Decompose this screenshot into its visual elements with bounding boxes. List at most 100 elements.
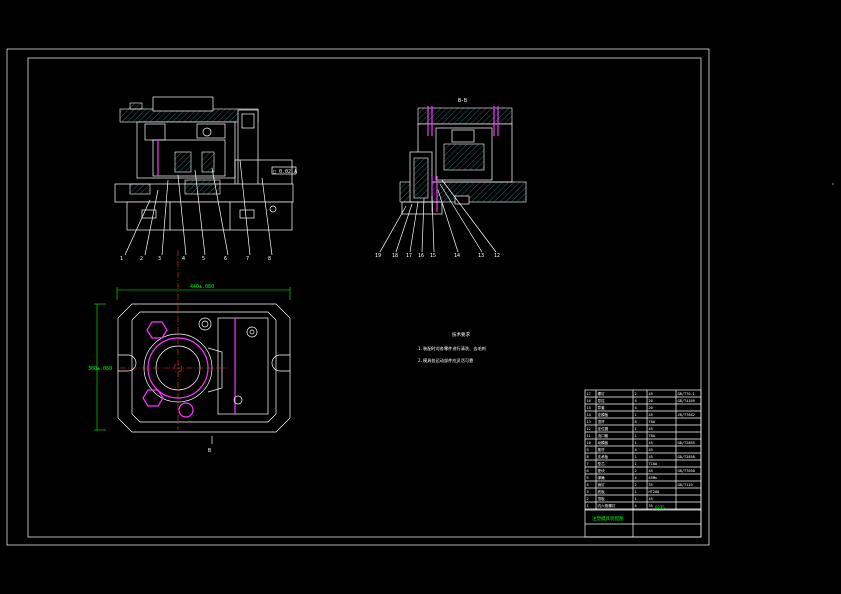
parts-cell: 2 <box>635 469 637 473</box>
parts-cell: 2 <box>587 497 589 501</box>
parts-cell: 35 <box>649 504 653 508</box>
dim-width: 440±.080 <box>190 284 214 290</box>
parts-cell: 10 <box>587 441 591 445</box>
parts-cell: 1 <box>635 441 637 445</box>
parts-cell: T8A <box>649 420 656 424</box>
parts-cell: 8 <box>587 455 589 459</box>
parts-cell: 1 <box>635 427 637 431</box>
parts-cell: 13 <box>587 420 591 424</box>
parts-cell: T10A <box>649 462 658 466</box>
parts-cell: 6 <box>587 469 589 473</box>
parts-cell: 45 <box>649 441 653 445</box>
balloon-front-7: 7 <box>246 256 249 262</box>
parts-cell: 14 <box>587 413 591 417</box>
balloon-front-4: 4 <box>182 256 185 262</box>
title-block: 17 螺钉 2 45 GB/T70.116 导柱 4 20 GB/T416915 导套 4 2014 定… <box>584 389 702 538</box>
balloon-side-17: 17 <box>406 253 412 259</box>
side-section-view: B-B 19 18 17 16 15 14 13 12 <box>375 98 527 259</box>
parts-cell: 45 <box>649 392 653 396</box>
parts-cell: 45 <box>649 455 653 459</box>
parts-cell: 1 <box>635 455 637 459</box>
view-label-bb: B-B <box>458 98 467 104</box>
parts-cell: 15 <box>587 406 591 410</box>
parts-cell: 销钉 <box>598 482 606 487</box>
parts-cell: 螺钉 <box>598 391 606 396</box>
parts-cell: GB/T7650 <box>678 469 695 473</box>
parts-cell: 45 <box>649 448 653 452</box>
tolerance-callout: □ 0.02 A <box>273 169 297 175</box>
parts-cell: 16 <box>587 399 591 403</box>
parts-cell: 7 <box>587 462 589 466</box>
parts-cell: 2 <box>635 392 637 396</box>
balloon-front-1: 1 <box>120 256 123 262</box>
plan-view: 440±.080 300±.060 B <box>88 250 291 454</box>
parts-cell: 9 <box>587 448 589 452</box>
parts-cell: 12 <box>587 427 591 431</box>
parts-cell: GB/T4169 <box>678 399 695 403</box>
cad-drawing: □ 0.02 A 1 2 3 4 5 6 7 8 B-B 19 18 17 16… <box>6 48 834 546</box>
parts-cell: JB/T7642 <box>678 413 695 417</box>
parts-cell: 4 <box>587 483 589 487</box>
dim-height: 300±.060 <box>88 366 112 372</box>
parts-cell: 45 <box>649 413 653 417</box>
parts-cell: 4 <box>635 399 637 403</box>
parts-cell: 11 <box>587 434 591 438</box>
parts-cell: 65Mn <box>649 476 658 480</box>
parts-cell: 45 <box>649 469 653 473</box>
parts-cell: HT200 <box>649 490 660 494</box>
balloon-front-3: 3 <box>158 256 161 262</box>
parts-cell: 浇口套 <box>598 433 609 438</box>
parts-cell: 底板 <box>598 489 606 494</box>
balloon-front-6: 6 <box>224 256 227 262</box>
parts-cell: 4 <box>635 476 637 480</box>
parts-cell: GB/T70.1 <box>678 392 695 396</box>
parts-cell: 20 <box>649 406 653 410</box>
parts-cell: T8A <box>649 434 656 438</box>
balloon-side-16: 16 <box>418 253 424 259</box>
balloon-front-5: 5 <box>202 256 205 262</box>
parts-cell: 2 <box>635 483 637 487</box>
parts-cell: 17 <box>587 392 591 396</box>
parts-cell: 20 <box>649 399 653 403</box>
parts-cell: 3 <box>587 490 589 494</box>
parts-cell: 4 <box>635 448 637 452</box>
balloon-side-18: 18 <box>392 253 398 259</box>
parts-cell: 推杆 <box>598 447 606 452</box>
parts-cell: 1 <box>635 434 637 438</box>
parts-cell: 垫块 <box>598 468 606 473</box>
notes-line-1: 1.装配时对各零件进行清洗、去毛刺 <box>418 345 486 352</box>
parts-cell: GB/T2858 <box>678 455 695 459</box>
parts-cell: 定位圈 <box>598 426 609 431</box>
technical-notes: 技术要求 1.装配时对各零件进行清洗、去毛刺 2.模具各运动部件应灵活可靠 <box>418 331 486 364</box>
parts-cell: 支承板 <box>598 454 609 459</box>
parts-cell: 5 <box>587 476 589 480</box>
parts-cell: 4 <box>635 406 637 410</box>
balloon-front-8: 8 <box>268 256 271 262</box>
parts-cell: 1 <box>587 504 589 508</box>
parts-cell: 动模板 <box>598 440 609 445</box>
balloon-side-12: 12 <box>494 253 500 259</box>
parts-cell: 45 <box>649 497 653 501</box>
parts-cell: 定模板 <box>598 412 609 417</box>
balloon-side-14: 14 <box>454 253 460 259</box>
parts-cell: 内六角螺钉 <box>598 503 616 508</box>
balloon-side-13: 13 <box>478 253 484 259</box>
parts-cell: 45 <box>649 427 653 431</box>
parts-cell: 型芯 <box>598 461 606 466</box>
parts-list: 17 螺钉 2 45 GB/T70.116 导柱 4 20 GB/T416915 导套 4 2014 定… <box>585 390 701 510</box>
parts-cell: 1 <box>635 490 637 494</box>
parts-cell: 4 <box>635 504 637 508</box>
material-code: Q235 <box>655 505 665 510</box>
parts-cell: 35 <box>649 483 653 487</box>
parts-cell: 1 <box>635 497 637 501</box>
parts-cell: 导套 <box>598 405 606 410</box>
parts-cell: GB/T119 <box>678 483 693 487</box>
notes-line-2: 2.模具各运动部件应灵活可靠 <box>418 357 473 364</box>
parts-cell: 1 <box>635 413 637 417</box>
parts-cell: 导柱 <box>598 398 606 403</box>
parts-cell: 弹簧 <box>598 475 606 480</box>
balloon-side-15: 15 <box>430 253 436 259</box>
front-section-view: □ 0.02 A 1 2 3 4 5 6 7 8 <box>114 96 297 262</box>
parts-cell: GB/T2855 <box>678 441 695 445</box>
section-mark-b: B <box>208 448 211 454</box>
